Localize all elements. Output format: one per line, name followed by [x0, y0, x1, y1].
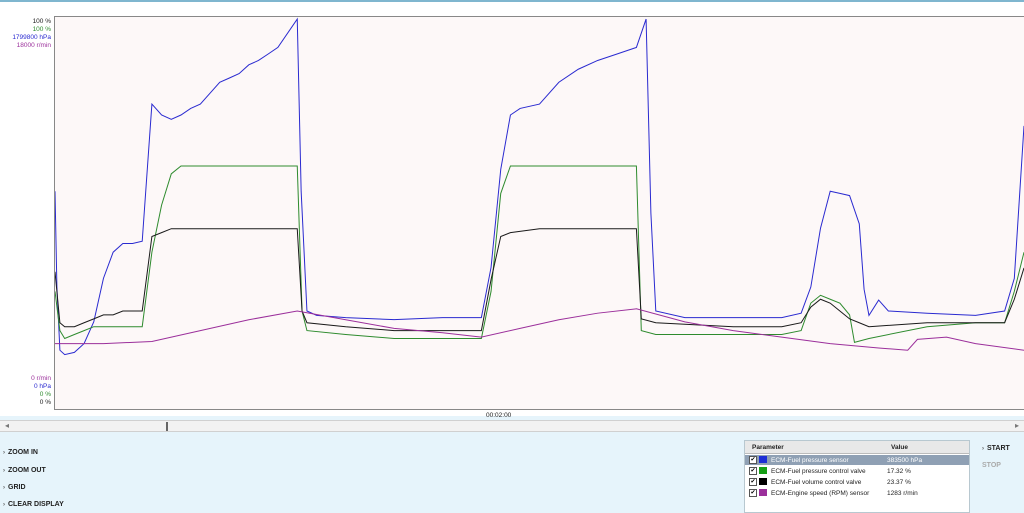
parameter-name: ECM-Fuel volume control valve — [771, 479, 862, 486]
scroll-right-arrow-icon[interactable]: ▸ — [1012, 421, 1022, 431]
time-scrollbar[interactable]: ◂ ▸ — [0, 420, 1024, 432]
color-swatch — [759, 489, 767, 496]
y-axis-top-label-2: 1799800 hPa — [12, 34, 51, 41]
clear-display-label: CLEAR DISPLAY — [8, 501, 64, 508]
chevron-right-icon: › — [982, 446, 984, 452]
stop-button[interactable]: STOP — [982, 462, 1001, 469]
chevron-right-icon: › — [3, 450, 5, 456]
header-value: Value — [891, 444, 908, 451]
series-line-1 — [55, 166, 1024, 342]
color-swatch — [759, 478, 767, 485]
header-parameter: Parameter — [752, 444, 784, 451]
parameter-checkbox[interactable]: ✔ — [749, 489, 757, 497]
parameter-row[interactable]: ✔ ECM-Fuel pressure sensor 383500 hPa — [745, 455, 969, 465]
parameter-row[interactable]: ✔ ECM-Fuel pressure control valve 17.32 % — [745, 466, 969, 476]
y-axis-top-label-1: 100 % — [32, 26, 51, 33]
clear-display-button[interactable]: › CLEAR DISPLAY — [3, 501, 64, 508]
color-swatch — [759, 456, 767, 463]
chevron-right-icon: › — [3, 485, 5, 491]
parameter-value: 17.32 % — [887, 468, 911, 475]
grid-label: GRID — [8, 484, 26, 491]
parameter-value: 383500 hPa — [887, 457, 923, 464]
start-label: START — [987, 445, 1010, 452]
zoom-out-button[interactable]: › ZOOM OUT — [3, 467, 46, 474]
parameter-value: 1283 r/min — [887, 490, 918, 497]
y-axis-bottom-label-0: 0 r/min — [31, 375, 51, 382]
parameter-checkbox[interactable]: ✔ — [749, 478, 757, 486]
start-button[interactable]: › START — [982, 445, 1010, 452]
y-axis-top-label-0: 100 % — [32, 18, 51, 25]
zoom-out-label: ZOOM OUT — [8, 467, 46, 474]
y-axis-bottom-label-2: 0 % — [39, 391, 51, 398]
parameter-row[interactable]: ✔ ECM-Fuel volume control valve 23.37 % — [745, 477, 969, 487]
zoom-in-button[interactable]: › ZOOM IN — [3, 449, 38, 456]
parameter-value: 23.37 % — [887, 479, 911, 486]
series-line-0 — [55, 19, 1024, 354]
chart-area: 100 % 100 % 1799800 hPa 18000 r/min 0 r/… — [0, 2, 1024, 419]
x-axis-time-label: 00:02:00 — [486, 412, 512, 419]
parameter-name: ECM-Fuel pressure control valve — [771, 468, 866, 475]
parameter-checkbox[interactable]: ✔ — [749, 456, 757, 464]
chevron-right-icon: › — [3, 468, 5, 474]
series-line-2 — [55, 229, 1024, 331]
parameter-row[interactable]: ✔ ECM-Engine speed (RPM) sensor 1283 r/min — [745, 488, 969, 498]
parameter-name: ECM-Engine speed (RPM) sensor — [771, 490, 870, 497]
parameter-name: ECM-Fuel pressure sensor — [771, 457, 849, 464]
plot-svg — [55, 17, 1024, 409]
parameter-table: Parameter Value ✔ ECM-Fuel pressure senso… — [744, 440, 970, 513]
chevron-right-icon: › — [3, 502, 5, 508]
y-axis-top-label-3: 18000 r/min — [16, 42, 51, 49]
y-axis-bottom-label-3: 0 % — [39, 399, 51, 406]
line-plot[interactable] — [54, 16, 1024, 410]
stop-label: STOP — [982, 462, 1001, 469]
zoom-in-label: ZOOM IN — [8, 449, 38, 456]
parameter-table-header: Parameter Value — [745, 441, 969, 454]
y-axis-bottom-label-1: 0 hPa — [34, 383, 51, 390]
grid-button[interactable]: › GRID — [3, 484, 26, 491]
series-line-3 — [55, 309, 1024, 350]
scroll-thumb[interactable] — [166, 422, 168, 431]
parameter-checkbox[interactable]: ✔ — [749, 467, 757, 475]
scroll-left-arrow-icon[interactable]: ◂ — [2, 421, 12, 431]
color-swatch — [759, 467, 767, 474]
